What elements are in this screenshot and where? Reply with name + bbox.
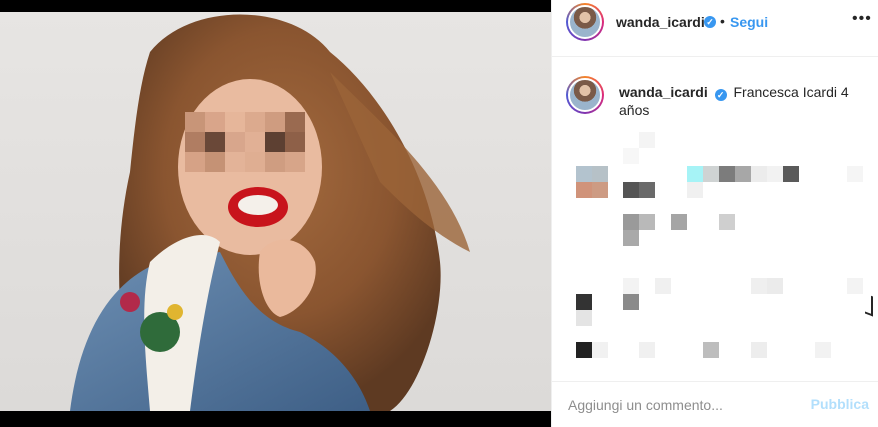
pixel-block [815,342,831,358]
pixel-block [576,182,592,198]
comment-bar: Pubblica [552,381,878,427]
avatar-image [568,78,602,112]
author-username[interactable]: wanda_icardi [616,14,705,30]
obscured-comments [552,120,878,380]
pixel-block [623,294,639,310]
pixel-block [719,214,735,230]
pixel-block [655,278,671,294]
pixel-block [639,182,655,198]
pixel-block [639,132,655,148]
pixel-block [576,294,592,310]
pixel-block [623,230,639,246]
photo-illustration [70,14,470,411]
pixel-block [687,182,703,198]
post-header: wanda_icardi ✓ • Segui ••• [552,0,878,57]
post-sidebar: wanda_icardi ✓ • Segui ••• wanda_icardi … [551,0,878,427]
pixel-block [703,166,719,182]
post-caption: wanda_icardi ✓ Francesca Icardi 4 años [619,83,869,119]
pixel-block [623,148,639,164]
pixel-block [719,166,735,182]
pixel-block [703,342,719,358]
pixel-block [847,166,863,182]
caption-username[interactable]: wanda_icardi [619,84,708,100]
pixel-block [592,342,608,358]
pixel-block [623,214,639,230]
verified-badge-icon: ✓ [714,89,727,101]
pixel-block [623,182,639,198]
pixel-block [639,214,655,230]
pixel-block [735,166,751,182]
pixel-block [671,214,687,230]
post-photo[interactable] [0,12,551,411]
caption-avatar[interactable] [566,76,604,114]
separator-dot: • [720,13,725,29]
pixel-block [687,166,703,182]
pixel-block [767,278,783,294]
pixel-block [751,342,767,358]
pixel-block [767,166,783,182]
scroll-indicator[interactable] [865,293,873,317]
pixel-block [623,278,639,294]
avatar-image [568,5,602,39]
pixel-block [576,310,592,326]
comment-input[interactable] [568,396,798,414]
pixelated-eyes [185,112,305,172]
post-comment-button[interactable]: Pubblica [811,396,869,412]
pixel-block [592,182,608,198]
verified-badge-icon: ✓ [704,16,716,28]
pixel-block [751,166,767,182]
pixel-block [751,278,767,294]
pixel-block [783,166,799,182]
more-options-icon[interactable]: ••• [852,10,872,28]
follow-button[interactable]: Segui [730,14,768,30]
pixel-block [576,342,592,358]
pixel-block [592,166,608,182]
pixel-block [639,342,655,358]
pixel-block [847,278,863,294]
pixel-block [576,166,592,182]
author-avatar[interactable] [566,3,604,41]
